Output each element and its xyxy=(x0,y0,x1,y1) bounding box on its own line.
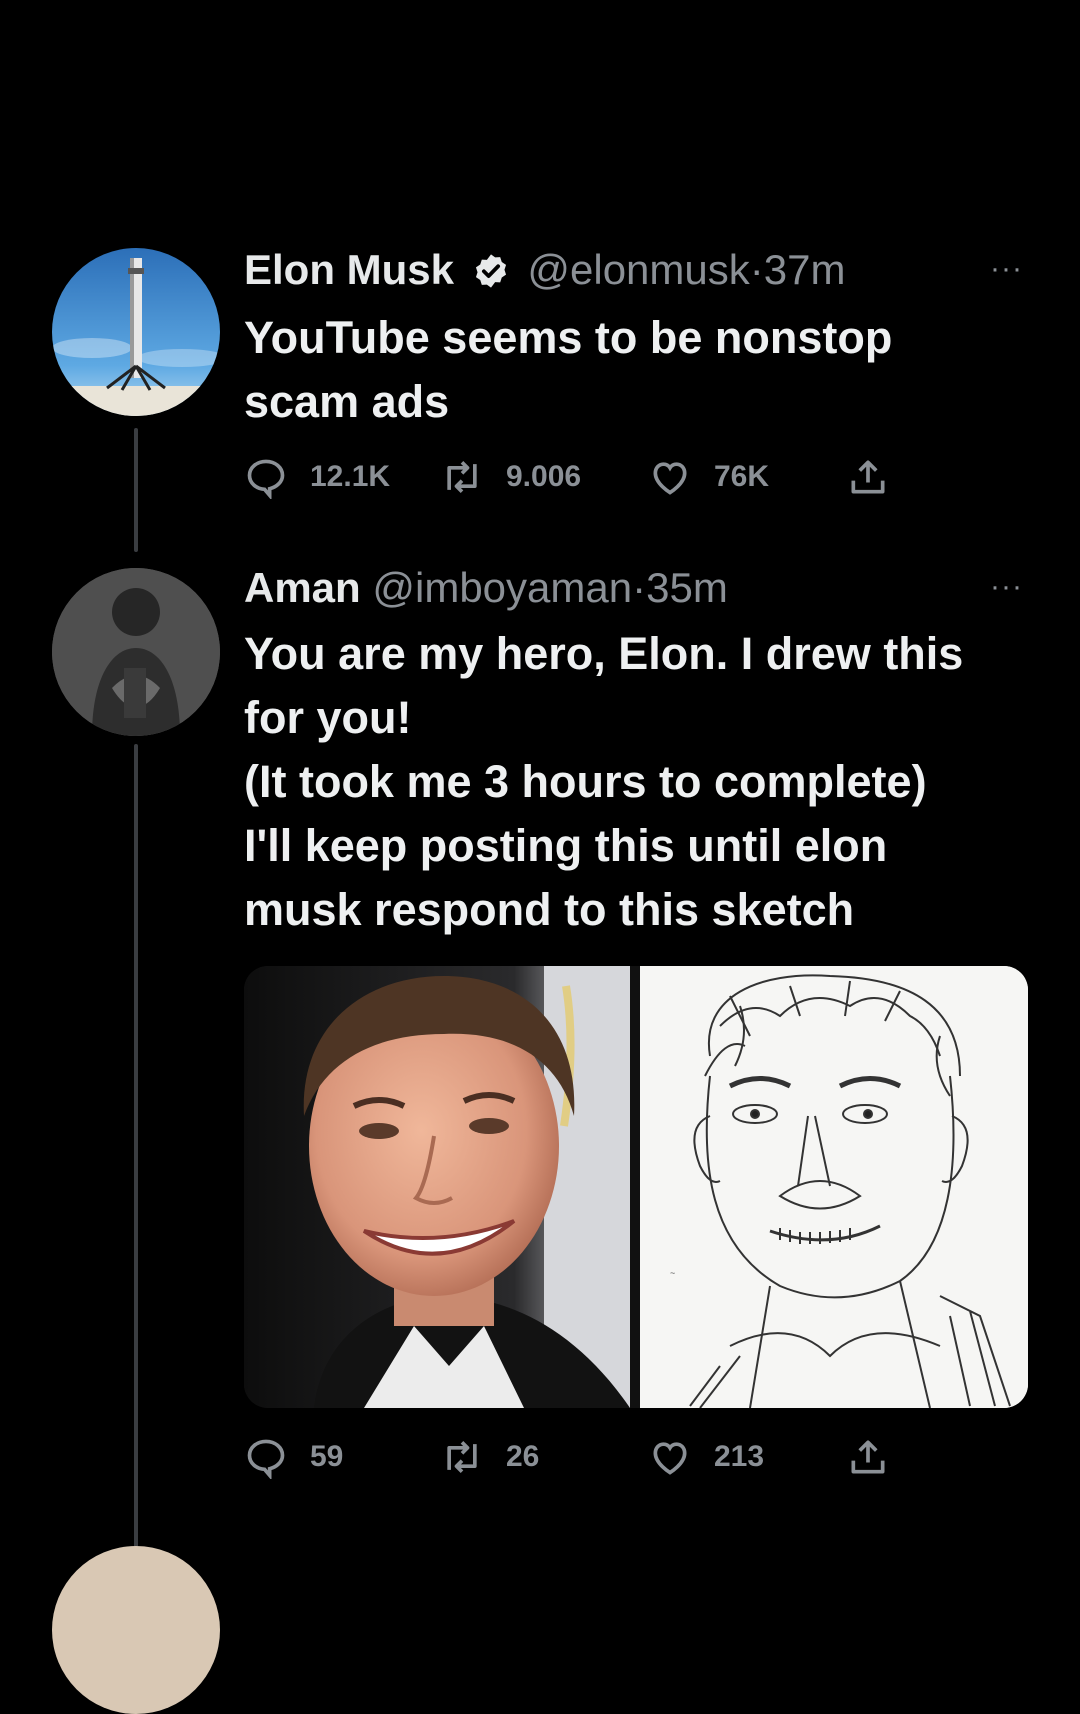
author-handle[interactable]: @elonmusk xyxy=(527,246,749,293)
tweet-text-line: for you! xyxy=(244,692,412,743)
tweet-text-line: I'll keep posting this until elon xyxy=(244,820,888,871)
like-count: 213 xyxy=(714,1440,765,1473)
pencil-sketch[interactable]: ~ xyxy=(640,966,1028,1408)
share-icon xyxy=(851,1440,885,1474)
tweet-text: YouTube seems to be nonstop scam ads xyxy=(244,312,893,427)
sketch-drawing-image: ~ xyxy=(640,966,1028,1408)
reply-button[interactable]: 12.1K xyxy=(244,452,390,502)
heart-icon xyxy=(653,462,687,495)
share-button[interactable] xyxy=(846,1432,912,1482)
reply-icon xyxy=(247,459,285,499)
reply-count: 59 xyxy=(310,1440,344,1473)
verified-badge-icon xyxy=(475,254,506,288)
share-icon xyxy=(851,460,885,494)
next-reply-avatar[interactable] xyxy=(52,1546,220,1714)
retweet-button[interactable]: 26 xyxy=(440,1432,539,1482)
reply-count: 12.1K xyxy=(310,460,391,493)
tweet2-header: Aman @imboyaman·35m xyxy=(244,562,728,614)
timestamp[interactable]: 37m xyxy=(764,246,846,293)
reply-button[interactable]: 59 xyxy=(244,1432,343,1482)
tweet-text-line: musk respond to this sketch xyxy=(244,884,855,935)
separator-dot: · xyxy=(749,246,764,293)
aman-avatar[interactable] xyxy=(52,568,220,736)
heart-icon xyxy=(653,1442,687,1475)
author-handle[interactable]: @imboyaman xyxy=(372,564,632,611)
author-name[interactable]: Elon Musk xyxy=(244,246,454,293)
artist-signature: ~ xyxy=(670,1268,675,1278)
tweet2-actions: 59 26 213 xyxy=(244,1432,904,1482)
tweet1-text: YouTube seems to be nonstop scam ads xyxy=(244,306,964,434)
rocket-booster-icon xyxy=(52,248,220,416)
retweet-count: 9.006 xyxy=(506,460,582,493)
tweet-text-line: (It took me 3 hours to complete) xyxy=(244,756,927,807)
tweet-text-line: You are my hero, Elon. I drew this xyxy=(244,628,964,679)
sketch-avatar-icon xyxy=(52,568,220,736)
author-name[interactable]: Aman xyxy=(244,564,361,611)
retweet-count: 26 xyxy=(506,1440,540,1473)
retweet-icon xyxy=(447,1441,477,1473)
like-button[interactable]: 213 xyxy=(648,1432,764,1482)
tweet1-header: Elon Musk @elonmusk·37m xyxy=(244,244,845,296)
timestamp[interactable]: 35m xyxy=(646,564,728,611)
reply-icon xyxy=(247,1439,285,1479)
like-count: 76K xyxy=(714,460,770,493)
thread-connector xyxy=(134,744,138,1562)
thread-connector xyxy=(134,428,138,552)
like-button[interactable]: 76K xyxy=(648,452,769,502)
share-button[interactable] xyxy=(846,452,912,502)
separator-dot: · xyxy=(632,564,647,611)
more-options-icon[interactable]: ··· xyxy=(990,252,1023,286)
more-options-icon[interactable]: ··· xyxy=(990,570,1023,604)
retweet-icon xyxy=(447,461,477,493)
photo-of-elon[interactable] xyxy=(244,966,630,1408)
tweet-media-grid[interactable]: ~ xyxy=(244,966,1028,1408)
portrait-photo-image xyxy=(244,966,630,1408)
tweet2-text: You are my hero, Elon. I drew this for y… xyxy=(244,622,1064,942)
elon-avatar[interactable] xyxy=(52,248,220,416)
retweet-button[interactable]: 9.006 xyxy=(440,452,581,502)
tweet1-actions: 12.1K 9.006 76K xyxy=(244,452,904,502)
